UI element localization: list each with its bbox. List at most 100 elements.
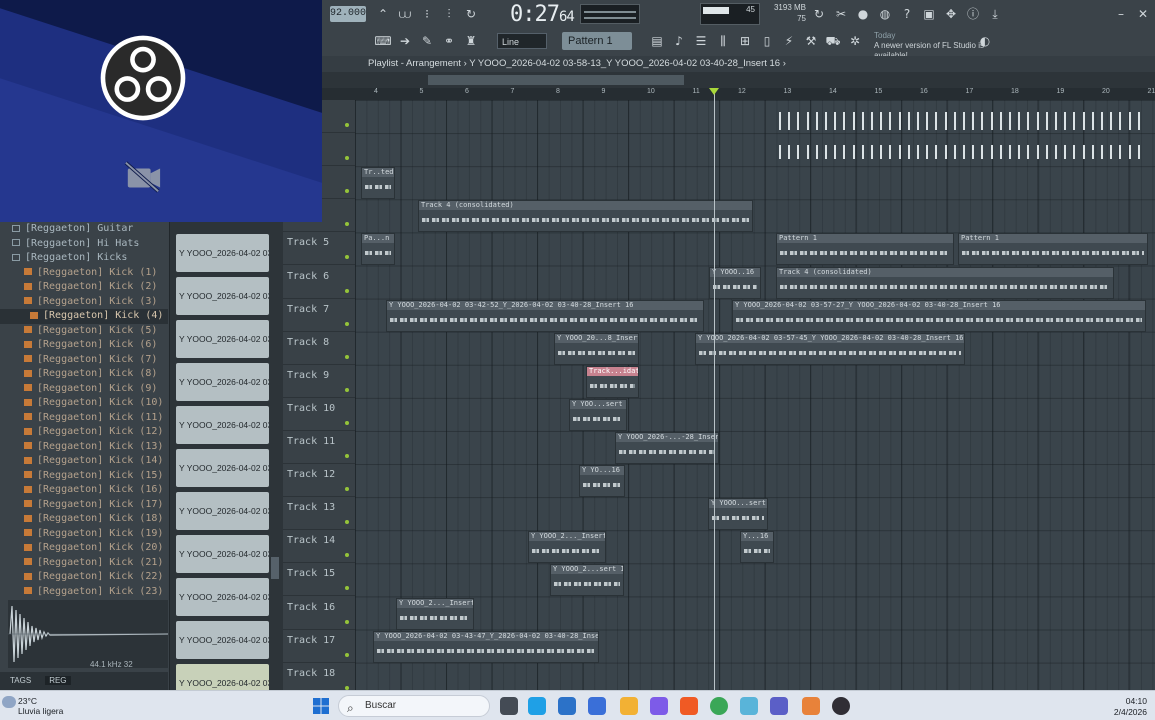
- countdown-icon[interactable]: ⁝: [418, 5, 436, 23]
- browser-file[interactable]: [Reggaeton] Kick (15): [0, 469, 168, 484]
- browser-file[interactable]: [Reggaeton] Kick (3): [0, 295, 168, 310]
- browser-folder[interactable]: [Reggaeton] Kicks: [0, 251, 168, 266]
- track-mute-led[interactable]: [345, 520, 349, 525]
- audio-clip[interactable]: Track 4 (consolidated): [418, 200, 753, 233]
- browser-file[interactable]: [Reggaeton] Kick (19): [0, 527, 168, 542]
- tools-icon[interactable]: ⚒: [802, 32, 820, 50]
- playlist-scroll-thumb[interactable]: [428, 75, 684, 85]
- browser-file[interactable]: [Reggaeton] Kick (22): [0, 570, 168, 585]
- browser-file[interactable]: [Reggaeton] Kick (12): [0, 425, 168, 440]
- tags-value[interactable]: REG: [45, 676, 71, 685]
- windows-start-icon[interactable]: [313, 698, 329, 714]
- tempo-display[interactable]: 92.000: [330, 6, 366, 22]
- track-mute-led[interactable]: [345, 255, 349, 260]
- playlist-scrollbar[interactable]: [322, 72, 1155, 88]
- track-header[interactable]: Track 6: [283, 266, 355, 299]
- picker-clip[interactable]: Y YOOO_2026-04-02 03-...: [176, 234, 269, 272]
- audio-clip[interactable]: Pattern 1: [958, 233, 1148, 266]
- browser-file[interactable]: [Reggaeton] Kick (8): [0, 367, 168, 382]
- track-header[interactable]: Track 11: [283, 431, 355, 464]
- task-view-icon[interactable]: [500, 697, 518, 715]
- browser-file[interactable]: [Reggaeton] Kick (10): [0, 396, 168, 411]
- browser-file[interactable]: [Reggaeton] Kick (13): [0, 440, 168, 455]
- taskbar-search[interactable]: ⌕ Buscar: [338, 695, 490, 717]
- playhead-line[interactable]: [714, 88, 715, 690]
- track-mute-led[interactable]: [345, 387, 349, 392]
- track-header[interactable]: Track 12: [283, 464, 355, 498]
- loop-record-icon[interactable]: ↻: [462, 5, 480, 23]
- track-mute-led[interactable]: [345, 156, 349, 161]
- copilot-icon[interactable]: [650, 697, 668, 715]
- browser-file[interactable]: [Reggaeton] Kick (2): [0, 280, 168, 295]
- browser-file[interactable]: [Reggaeton] Kick (17): [0, 498, 168, 513]
- track-header[interactable]: Track 7: [283, 299, 355, 332]
- obs-icon[interactable]: [832, 697, 850, 715]
- audio-clip[interactable]: Y YOOO_2026-04-02 03-57-45_Y YOOO_2026-0…: [695, 332, 965, 365]
- browser-file[interactable]: [Reggaeton] Kick (4): [0, 309, 168, 324]
- audio-clip[interactable]: Y YOO...sert 16: [569, 398, 627, 431]
- browser-file[interactable]: [Reggaeton] Kick (21): [0, 556, 168, 571]
- plugin-icon[interactable]: ✥: [942, 5, 960, 23]
- picker-clip[interactable]: Y YOOO_2026-04-02 03-...: [176, 535, 269, 573]
- browser-file[interactable]: [Reggaeton] Kick (16): [0, 483, 168, 498]
- audio-clip[interactable]: Track...idated): [586, 365, 639, 398]
- audio-clip[interactable]: Y YOOO_2026-04-02 03-57-27_Y YOOO_2026-0…: [732, 299, 1146, 332]
- picker-scrollbar[interactable]: [271, 557, 279, 579]
- browser-file[interactable]: [Reggaeton] Kick (14): [0, 454, 168, 469]
- browser-file[interactable]: [Reggaeton] Kick (23): [0, 585, 168, 600]
- song-position[interactable]: 0:2764: [510, 2, 575, 27]
- mail-icon[interactable]: [588, 697, 606, 715]
- stamp-icon[interactable]: ♜: [462, 32, 480, 50]
- picker-clip[interactable]: Y YOOO_2026-04-02 03-...: [176, 578, 269, 616]
- audio-clip[interactable]: Tr..ted): [361, 167, 395, 200]
- news-panel[interactable]: Today A newer version of FL Studio is av…: [874, 31, 986, 60]
- teams-icon[interactable]: [770, 697, 788, 715]
- audio-clip[interactable]: Pa...n 1: [361, 233, 395, 266]
- store-icon[interactable]: [558, 697, 576, 715]
- browser-file[interactable]: [Reggaeton] Kick (7): [0, 353, 168, 368]
- browser-icon[interactable]: ⊞: [736, 32, 754, 50]
- browser-file[interactable]: [Reggaeton] Kick (9): [0, 382, 168, 397]
- playhead-marker[interactable]: [709, 88, 719, 95]
- track-header[interactable]: Track 10: [283, 398, 355, 431]
- track-mute-led[interactable]: [345, 553, 349, 558]
- microphone-icon[interactable]: ●: [854, 5, 872, 23]
- picker-clip[interactable]: Y YOOO_2026-04-02 03-...: [176, 363, 269, 401]
- track-header[interactable]: Track 13: [283, 497, 355, 531]
- picker-clip[interactable]: Y YOOO_2026-04-02 03-...: [176, 449, 269, 487]
- tags-icon[interactable]: ✲: [846, 32, 864, 50]
- online-icon[interactable]: ◐: [976, 32, 994, 50]
- cart-icon[interactable]: ⛟: [824, 32, 842, 50]
- track-mute-led[interactable]: [345, 420, 349, 425]
- photos-icon[interactable]: [740, 697, 758, 715]
- track-mute-led[interactable]: [345, 288, 349, 293]
- picker-clip[interactable]: Y YOOO_2026-04-02 03-...: [176, 621, 269, 659]
- audio-clip[interactable]: Y YOOO_2..._Insert 16: [528, 531, 606, 564]
- track-mute-led[interactable]: [345, 321, 349, 326]
- track-header[interactable]: Track 8: [283, 332, 355, 365]
- playlist-title[interactable]: Playlist - Arrangement › Y YOOO_2026-04-…: [322, 56, 1155, 72]
- channel-rack-icon[interactable]: ▤: [648, 32, 666, 50]
- timeline-ruler[interactable]: 4 5 6 7 8 9 10 11 12 13 14 15 16 17 18 19 20 21: [322, 88, 1155, 100]
- brave-icon[interactable]: [680, 697, 698, 715]
- audio-clip[interactable]: Y YOOO..16: [709, 266, 761, 299]
- audio-clip[interactable]: Track 4 (consolidated): [776, 266, 1114, 299]
- close-icon[interactable]: ✕: [1134, 5, 1152, 23]
- playlist-icon[interactable]: ☰: [692, 32, 710, 50]
- track-header[interactable]: Track 17: [283, 630, 355, 663]
- save-icon[interactable]: ▣: [920, 5, 938, 23]
- download-icon[interactable]: ⤓: [986, 5, 1004, 23]
- track-mute-led[interactable]: [345, 652, 349, 657]
- system-clock[interactable]: 04:10 2/4/2026: [1114, 696, 1147, 718]
- audio-clip[interactable]: Y YOOO...sert 16: [708, 498, 768, 531]
- edge-icon[interactable]: [528, 697, 546, 715]
- track-header[interactable]: Track 9: [283, 365, 355, 398]
- audio-clip[interactable]: Y YOOO_2026-04-02 03-42-52_Y_2026-04-02 …: [386, 299, 704, 332]
- mixer-icon[interactable]: ⫼: [714, 32, 732, 50]
- track-mute-led[interactable]: [345, 123, 349, 127]
- track-mute-led[interactable]: [345, 189, 349, 194]
- browser-file[interactable]: [Reggaeton] Kick (11): [0, 411, 168, 426]
- picker-clip[interactable]: Y YOOO_2026-04-02 03-...: [176, 320, 269, 358]
- audio-clip[interactable]: Y YOOO_2026-...-28_Insert 16: [615, 432, 719, 464]
- metronome-icon[interactable]: ⌃: [374, 5, 392, 23]
